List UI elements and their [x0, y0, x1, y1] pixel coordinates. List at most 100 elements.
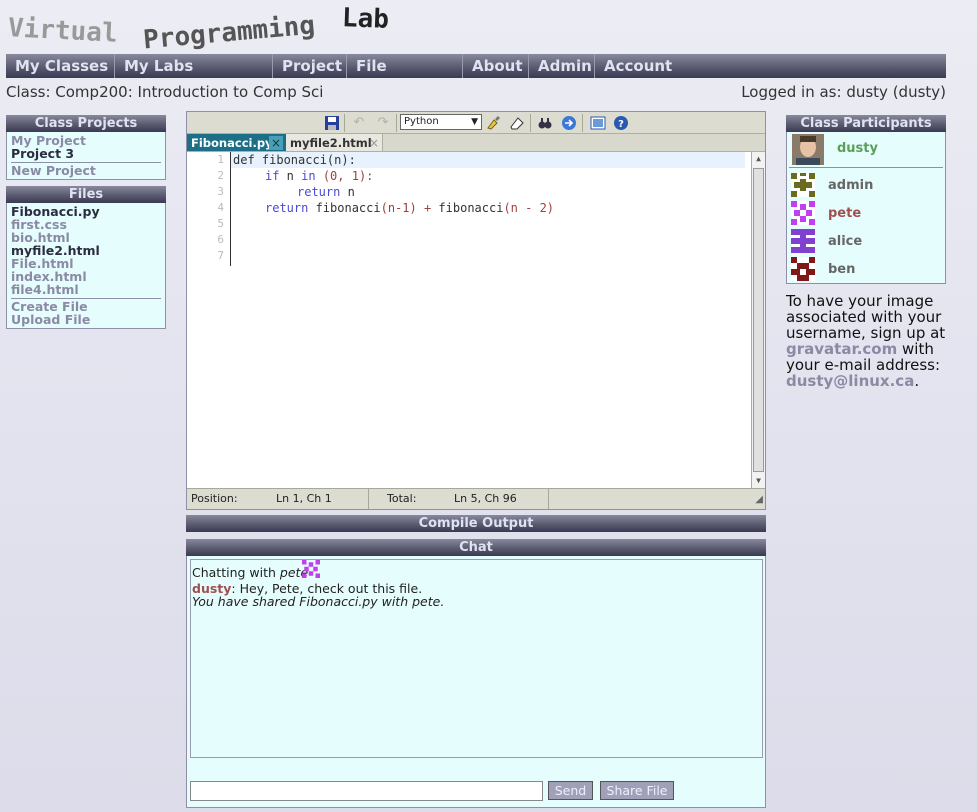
- code-keyword: if: [265, 169, 280, 183]
- avatar: [302, 560, 320, 578]
- new-project-link[interactable]: New Project: [11, 164, 161, 177]
- code-line: if n in (0, 1):: [233, 168, 373, 184]
- chat-heading: Chatting with pete: [192, 560, 762, 582]
- tab-fibonacci-py[interactable]: Fibonacci.py ×: [187, 134, 286, 151]
- participant-item[interactable]: dusty: [789, 132, 943, 168]
- send-button[interactable]: Send: [548, 781, 593, 800]
- menu-project[interactable]: Project: [272, 54, 346, 78]
- code-token: fibonacci: [308, 201, 381, 215]
- toolbar-separator: [530, 114, 531, 132]
- project-link-active[interactable]: Project 3: [11, 147, 161, 160]
- participant-item[interactable]: alice: [787, 227, 945, 255]
- goto-icon[interactable]: [561, 115, 577, 131]
- code-token: +: [416, 201, 439, 215]
- participants-sidebar: Class Participants dusty admin pete alic…: [786, 115, 946, 284]
- position-label: Position:: [191, 492, 238, 505]
- toolbar-separator: [344, 114, 345, 132]
- menu-admin[interactable]: Admin: [528, 54, 594, 78]
- participant-item[interactable]: ben: [787, 255, 945, 283]
- code-token: n: [340, 185, 355, 199]
- participants-panel: dusty admin pete alice ben: [786, 132, 946, 284]
- chatting-prefix: Chatting with: [192, 565, 276, 580]
- language-select-value: Python: [404, 116, 439, 127]
- avatar: [790, 257, 816, 281]
- tab-myfile2-html[interactable]: myfile2.html ×: [286, 134, 383, 151]
- menu-my-labs[interactable]: My Labs: [114, 54, 272, 78]
- avatar: [790, 229, 816, 253]
- resize-grip-icon[interactable]: ◢: [755, 495, 763, 505]
- participant-name: ben: [828, 262, 856, 277]
- participant-item[interactable]: admin: [787, 171, 945, 199]
- line-number: 7: [217, 249, 224, 262]
- tab-label: Fibonacci.py: [191, 136, 273, 150]
- line-number-gutter: 1 2 3 4 5 6 7: [187, 152, 231, 266]
- line-number: 2: [217, 169, 224, 182]
- vertical-scrollbar[interactable]: ▲ ▼: [751, 152, 765, 488]
- scroll-up-icon[interactable]: ▲: [752, 152, 765, 166]
- code-token: (0, 1):: [315, 169, 374, 183]
- tab-label: myfile2.html: [290, 136, 372, 150]
- undo-icon[interactable]: ↶: [351, 115, 367, 131]
- eraser-icon[interactable]: [509, 115, 525, 131]
- logo-word-lab: Lab: [341, 3, 390, 35]
- scrollbar-thumb[interactable]: [753, 168, 764, 472]
- files-header: Files: [6, 186, 166, 203]
- code-line: return n: [233, 184, 355, 200]
- share-file-button[interactable]: Share File: [600, 781, 674, 800]
- compile-output-header[interactable]: Compile Output: [186, 515, 766, 532]
- chat-log: Chatting with pete dusty: Hey, Pete, che…: [190, 559, 763, 758]
- code-keyword: return: [297, 185, 341, 199]
- chat-input[interactable]: [190, 781, 543, 801]
- language-select[interactable]: Python ▼: [400, 114, 482, 130]
- code-area[interactable]: 1 2 3 4 5 6 7 def fibonacci(n): if n in …: [187, 152, 765, 488]
- help-icon[interactable]: ?: [613, 115, 629, 131]
- line-number: 1: [217, 153, 224, 166]
- email-link[interactable]: dusty@linux.ca: [786, 372, 914, 390]
- participant-name: admin: [828, 178, 874, 193]
- position-value: Ln 1, Ch 1: [276, 492, 332, 505]
- site-logo: Virtual Programming Lab: [7, 2, 428, 55]
- search-icon[interactable]: [537, 115, 553, 131]
- scroll-down-icon[interactable]: ▼: [752, 474, 765, 488]
- chat-panel: Chat Chatting with pete dusty: Hey, Pete…: [186, 539, 766, 808]
- toolbar-separator: [582, 114, 583, 132]
- toolbar-separator: [396, 114, 397, 132]
- logo-word-virtual: Virtual: [7, 13, 119, 49]
- main-menubar: My Classes My Labs Project File About Ad…: [6, 54, 946, 78]
- compile-output-panel: Compile Output: [186, 515, 766, 532]
- upload-file-link[interactable]: Upload File: [11, 313, 161, 326]
- fullscreen-icon[interactable]: [590, 115, 606, 131]
- chat-header: Chat: [186, 539, 766, 556]
- redo-icon[interactable]: ↷: [375, 115, 391, 131]
- chevron-down-icon: ▼: [471, 117, 478, 127]
- svg-text:?: ?: [618, 119, 624, 130]
- menu-account[interactable]: Account: [594, 54, 694, 78]
- participant-item[interactable]: pete: [787, 199, 945, 227]
- participant-name: pete: [828, 206, 862, 221]
- code-token: (n-1): [380, 201, 417, 215]
- chat-body: Chatting with pete dusty: Hey, Pete, che…: [186, 556, 766, 808]
- file-link[interactable]: file4.html: [11, 283, 161, 296]
- gravatar-info: To have your image associated with your …: [786, 293, 956, 389]
- close-icon[interactable]: ×: [369, 134, 379, 152]
- menu-about[interactable]: About: [462, 54, 528, 78]
- code-editor: ↶ ↷ Python ▼ ? Fibonacci.py × myfile2.ht…: [186, 111, 766, 510]
- statusbar-divider: [548, 489, 549, 509]
- highlight-brush-icon[interactable]: [485, 115, 501, 131]
- total-value: Ln 5, Ch 96: [454, 492, 517, 505]
- code-keyword: in: [301, 169, 316, 183]
- participant-name: alice: [828, 234, 863, 249]
- avatar: [792, 134, 824, 165]
- close-icon[interactable]: ×: [269, 136, 283, 150]
- code-token: (n - 2): [503, 201, 555, 215]
- code-line: def fibonacci(n):: [233, 152, 356, 168]
- gravatar-text: To have your image associated with your …: [786, 292, 946, 342]
- save-icon[interactable]: [324, 115, 340, 131]
- menu-my-classes[interactable]: My Classes: [6, 54, 114, 78]
- current-class: Class: Comp200: Introduction to Comp Sci: [6, 83, 324, 101]
- chat-notice: You have shared Fibonacci.py with pete.: [192, 594, 445, 609]
- code-keyword: return: [265, 201, 309, 215]
- menu-file[interactable]: File: [346, 54, 462, 78]
- editor-tabs: Fibonacci.py × myfile2.html ×: [187, 134, 765, 152]
- statusbar-divider: [368, 489, 369, 509]
